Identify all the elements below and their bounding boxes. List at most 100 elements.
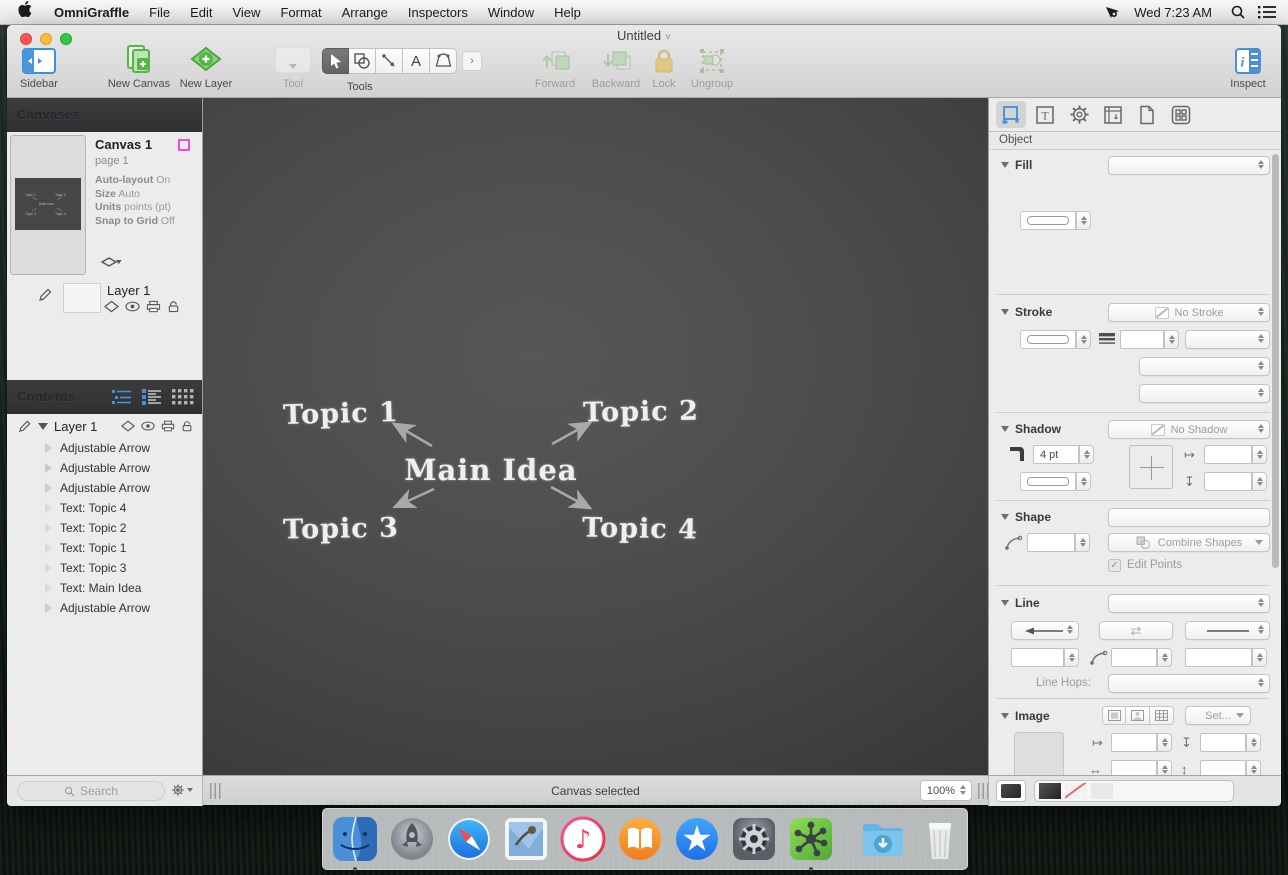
layer-row[interactable]: Layer 1 <box>7 281 203 323</box>
shadow-offset-x-input[interactable] <box>1204 445 1252 464</box>
tool-button[interactable]: Tool <box>269 42 317 90</box>
menu-help[interactable]: Help <box>544 0 591 25</box>
stroke-width-input[interactable] <box>1120 330 1164 349</box>
shadow-section-header[interactable]: Shadow <box>1001 422 1061 436</box>
image-fit-stretch-button[interactable] <box>1126 706 1150 725</box>
shape-field[interactable] <box>1108 508 1270 527</box>
shape-tool-button[interactable] <box>349 48 376 74</box>
window-title[interactable]: Untitled˅ <box>7 28 1281 43</box>
menu-edit[interactable]: Edit <box>180 0 222 25</box>
dock-downloads-icon[interactable] <box>859 815 907 863</box>
tree-item[interactable]: Text: Topic 2 <box>7 518 203 538</box>
node-topic-3[interactable]: Topic 3 <box>283 512 399 545</box>
menu-arrange[interactable]: Arrange <box>332 0 398 25</box>
layer-thumbnail[interactable] <box>63 283 101 313</box>
zoom-control[interactable]: 100% <box>920 780 972 801</box>
image-offset-y-stepper[interactable] <box>1246 733 1261 752</box>
layer-diamond-icon[interactable] <box>104 300 119 313</box>
dock-system-preferences-icon[interactable] <box>730 815 778 863</box>
image-offset-y-input[interactable] <box>1200 733 1246 752</box>
bezigon-tool-button[interactable] <box>430 48 457 74</box>
tree-layer-row[interactable]: Layer 1 <box>7 414 203 438</box>
fill-style-chip[interactable] <box>1039 783 1061 799</box>
canvas-area[interactable]: Topic 1 Topic 2 Main Idea Topic 3 Topic … <box>203 98 988 775</box>
canvas-thumbnail[interactable]: Topic 1Topic 2Main IdeaTopic 3Topic 4 <box>10 135 86 275</box>
shape-section-header[interactable]: Shape <box>1001 510 1051 524</box>
style-swatch-button[interactable] <box>996 780 1026 802</box>
line-width-input[interactable] <box>1011 648 1064 667</box>
tree-item[interactable]: Text: Topic 3 <box>7 558 203 578</box>
grid-view-icon[interactable] <box>172 389 194 405</box>
node-topic-2[interactable]: Topic 2 <box>583 395 699 428</box>
list-view-icon[interactable] <box>142 389 162 405</box>
style-tray[interactable] <box>1034 780 1234 802</box>
forward-button[interactable]: Forward <box>527 42 583 90</box>
text-tool-button[interactable]: A <box>403 48 430 74</box>
line-curve-stepper[interactable] <box>1157 648 1172 667</box>
tab-stencils[interactable] <box>1166 101 1196 128</box>
corner-radius-stepper[interactable] <box>1075 533 1090 552</box>
tab-document[interactable] <box>1132 101 1162 128</box>
tree-item[interactable]: Adjustable Arrow <box>7 598 203 618</box>
inspector-scrollbar[interactable] <box>1272 154 1279 568</box>
menu-omnigraffle[interactable]: OmniGraffle <box>44 0 139 25</box>
node-main-idea[interactable]: Main Idea <box>404 453 577 487</box>
tab-object[interactable] <box>996 101 1026 128</box>
fill-type-dropdown[interactable] <box>1108 156 1270 175</box>
dock-omnigraffle-icon[interactable] <box>787 815 835 863</box>
fill-section-header[interactable]: Fill <box>1001 158 1032 172</box>
dock-ibooks-icon[interactable] <box>616 815 664 863</box>
corner-radius-input[interactable] <box>1027 533 1075 552</box>
layer-visibility-icon[interactable] <box>141 420 155 432</box>
image-set-dropdown[interactable]: Set... <box>1185 706 1251 725</box>
stroke-color-well[interactable] <box>1020 330 1076 349</box>
swap-arrowheads-button[interactable]: ⇄ <box>1099 621 1173 640</box>
layer-name[interactable]: Layer 1 <box>107 283 150 298</box>
fill-color-stepper[interactable] <box>1076 211 1091 230</box>
apple-menu[interactable] <box>0 0 44 25</box>
image-fit-natural-button[interactable] <box>1102 706 1126 725</box>
inspect-button[interactable]: i Inspect <box>1222 42 1274 90</box>
dock-launchpad-icon[interactable] <box>388 815 436 863</box>
sidebar-toggle-button[interactable]: Sidebar <box>11 42 67 90</box>
image-fit-tile-button[interactable] <box>1150 706 1174 725</box>
stroke-color-stepper[interactable] <box>1076 330 1091 349</box>
line-tool-button[interactable] <box>376 48 403 74</box>
line-type-dropdown[interactable] <box>1108 594 1270 613</box>
stroke-corner-dropdown[interactable] <box>1139 357 1270 376</box>
line-spacing-stepper[interactable] <box>1252 648 1267 667</box>
tools-expand-button[interactable]: › <box>462 51 482 71</box>
line-spacing-input[interactable] <box>1185 648 1252 667</box>
line-width-stepper[interactable] <box>1064 648 1079 667</box>
dock-safari-icon[interactable] <box>445 815 493 863</box>
menu-format[interactable]: Format <box>270 0 331 25</box>
menu-window[interactable]: Window <box>478 0 544 25</box>
combine-shapes-dropdown[interactable]: Combine Shapes <box>1108 533 1270 552</box>
pointer-status-icon[interactable] <box>1104 4 1122 20</box>
tab-text[interactable]: T <box>1030 101 1060 128</box>
dock-app-store-icon[interactable] <box>673 815 721 863</box>
menu-inspectors[interactable]: Inspectors <box>398 0 478 25</box>
dock-finder-icon[interactable] <box>331 815 379 863</box>
layer-print-icon[interactable] <box>146 300 161 313</box>
fill-color-well[interactable] <box>1020 211 1076 230</box>
image-section-header[interactable]: Image <box>1001 709 1050 723</box>
image-offset-x-input[interactable] <box>1111 733 1157 752</box>
canvas-name[interactable]: Canvas 1 <box>95 137 152 152</box>
shadow-color-stepper[interactable] <box>1076 472 1091 491</box>
tree-item[interactable]: Text: Topic 4 <box>7 498 203 518</box>
shadow-size-input[interactable]: 4 pt <box>1033 445 1079 464</box>
node-topic-4[interactable]: Topic 4 <box>582 512 698 545</box>
layer-diamond-icon[interactable] <box>121 420 135 432</box>
shadow-color-well[interactable] <box>1020 472 1076 491</box>
layers-disclosure-button[interactable] <box>100 256 126 275</box>
stroke-width-stepper[interactable] <box>1164 330 1179 349</box>
new-canvas-button[interactable]: New Canvas <box>97 42 181 90</box>
new-layer-button[interactable]: New Layer <box>171 42 241 90</box>
line-curve-input[interactable] <box>1111 648 1157 667</box>
line-section-header[interactable]: Line <box>1001 596 1040 610</box>
ungroup-button[interactable]: Ungroup <box>683 42 741 90</box>
menu-view[interactable]: View <box>222 0 270 25</box>
dock-mail-icon[interactable] <box>502 815 550 863</box>
tab-canvas[interactable] <box>1098 101 1128 128</box>
